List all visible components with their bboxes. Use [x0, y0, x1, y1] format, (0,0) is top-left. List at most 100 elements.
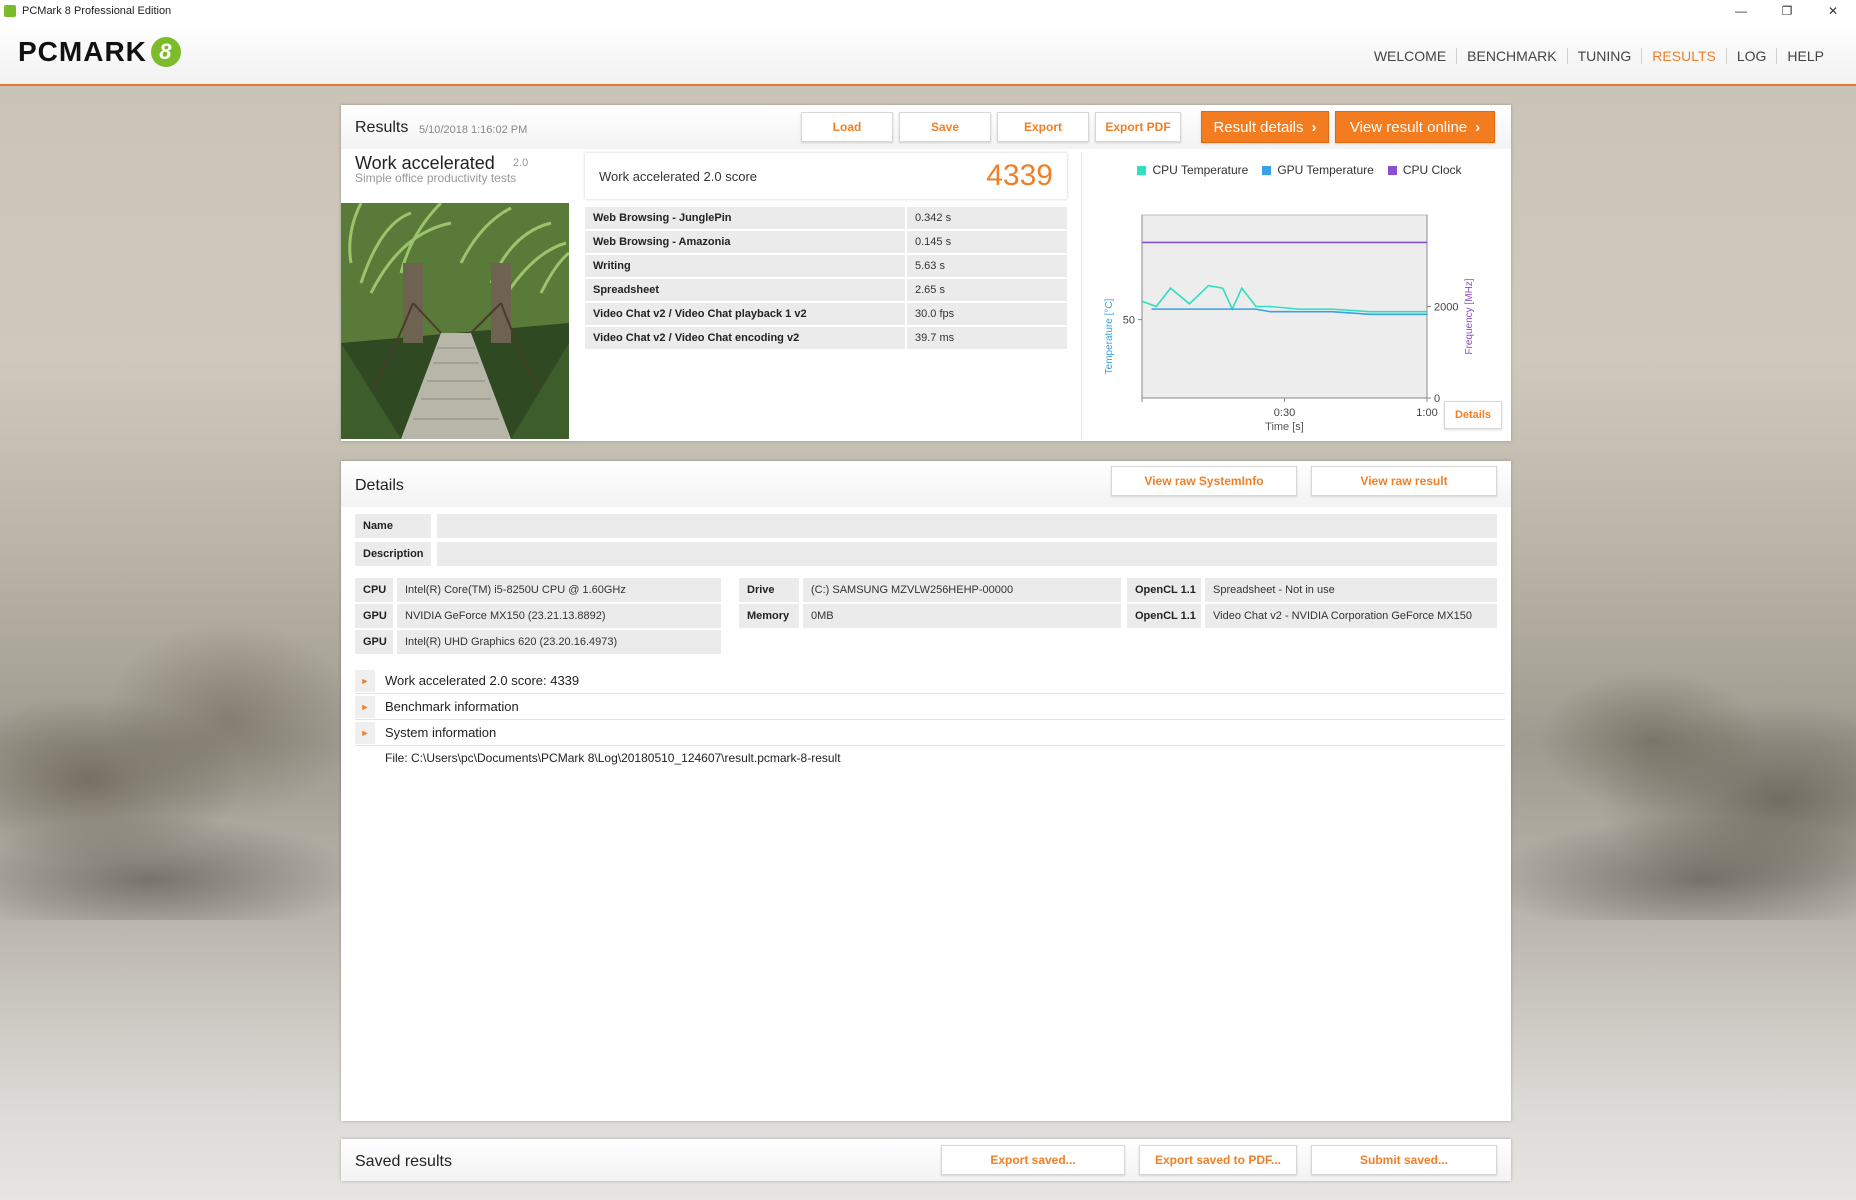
subtest-row: Writing 5.63 s [585, 255, 1067, 277]
score-label: Work accelerated 2.0 score [599, 168, 757, 184]
result-details-button[interactable]: Result details › [1201, 111, 1329, 143]
restore-button[interactable]: ❐ [1764, 0, 1810, 22]
memory-value: 0MB [803, 604, 1121, 628]
submit-saved-button[interactable]: Submit saved... [1311, 1145, 1497, 1175]
view-raw-result-button[interactable]: View raw result [1311, 466, 1497, 496]
logo-badge: 8 [150, 37, 181, 67]
expand-arrow-icon[interactable]: ► [355, 669, 375, 692]
subtest-row: Web Browsing - Amazonia 0.145 s [585, 231, 1067, 253]
export-pdf-button[interactable]: Export PDF [1095, 112, 1181, 142]
export-saved-button[interactable]: Export saved... [941, 1145, 1125, 1175]
subtest-row: Video Chat v2 / Video Chat encoding v2 39… [585, 327, 1067, 349]
name-label: Name [355, 514, 431, 538]
y-right-tick-label: 0 [1434, 393, 1440, 405]
window-title-bar: PCMark 8 Professional Edition — ❐ ✕ [0, 0, 1856, 22]
subtest-table: Web Browsing - JunglePin 0.342 s Web Brow… [585, 207, 1067, 351]
score-value: 4339 [986, 159, 1053, 192]
subtest-value: 0.145 s [907, 231, 1067, 253]
subtest-name: Spreadsheet [585, 279, 905, 301]
subtest-value: 39.7 ms [907, 327, 1067, 349]
subtest-value: 5.63 s [907, 255, 1067, 277]
x-tick-label: 1:00 [1416, 407, 1437, 419]
view-online-label: View result online [1349, 118, 1468, 136]
benchmark-version: 2.0 [513, 157, 529, 169]
details-title: Details [355, 477, 404, 494]
score-box: Work accelerated 2.0 score 4339 [585, 153, 1067, 199]
gpu-label: GPU [355, 630, 393, 654]
subtest-value: 0.342 s [907, 207, 1067, 229]
view-raw-sysinfo-button[interactable]: View raw SystemInfo [1111, 466, 1297, 496]
expand-arrow-icon[interactable]: ► [355, 721, 375, 744]
name-field [437, 514, 1497, 538]
logo-text: PCMARK [18, 36, 147, 67]
nav-tuning[interactable]: TUNING [1566, 48, 1642, 64]
tree-item-label: System information [385, 725, 497, 740]
nav-results[interactable]: RESULTS [1641, 48, 1726, 64]
tree-item-label: Benchmark information [385, 699, 519, 714]
chart-svg: 0:30 1:00 50 2000 0 Time [s] Temperature [°C] F… [1104, 214, 1475, 433]
nav-help[interactable]: HELP [1776, 48, 1834, 64]
export-saved-pdf-button[interactable]: Export saved to PDF... [1139, 1145, 1297, 1175]
subtest-value: 2.65 s [907, 279, 1067, 301]
chevron-right-icon: › [1475, 118, 1481, 136]
saved-results-panel: Saved results Export saved... Export sav… [341, 1139, 1511, 1181]
cpu-label: CPU [355, 578, 393, 602]
y-left-axis-label: Temperature [°C] [1104, 298, 1115, 374]
tree-item-system-info[interactable]: ► System information [355, 720, 1505, 746]
opencl-label: OpenCL 1.1 [1127, 604, 1201, 628]
subtest-name: Video Chat v2 / Video Chat encoding v2 [585, 327, 905, 349]
subtest-row: Video Chat v2 / Video Chat playback 1 v2… [585, 303, 1067, 325]
export-button[interactable]: Export [997, 112, 1089, 142]
saved-results-title: Saved results [355, 1153, 452, 1170]
cpu-value: Intel(R) Core(TM) i5-8250U CPU @ 1.60GHz [397, 578, 721, 602]
subtest-name: Web Browsing - Amazonia [585, 231, 905, 253]
result-file-path: File: C:\Users\pc\Documents\PCMark 8\Log… [385, 751, 841, 765]
save-button[interactable]: Save [899, 112, 991, 142]
memory-label: Memory [739, 604, 799, 628]
close-button[interactable]: ✕ [1810, 0, 1856, 22]
subtest-name: Web Browsing - JunglePin [585, 207, 905, 229]
results-date: 5/10/2018 1:16:02 PM [419, 124, 528, 136]
subtest-row: Web Browsing - JunglePin 0.342 s [585, 207, 1067, 229]
app-icon [4, 5, 16, 17]
opencl-value: Video Chat v2 - NVIDIA Corporation GeFor… [1205, 604, 1497, 628]
minimize-button[interactable]: — [1718, 0, 1764, 22]
description-field [437, 542, 1497, 566]
chevron-right-icon: › [1311, 118, 1317, 136]
y-right-axis-label: Frequency [MHz] [1464, 278, 1475, 354]
view-online-button[interactable]: View result online › [1335, 111, 1495, 143]
tree-item-score[interactable]: ► Work accelerated 2.0 score: 4339 [355, 668, 1505, 694]
x-axis-label: Time [s] [1265, 421, 1304, 433]
window-title: PCMark 8 Professional Edition [22, 5, 172, 17]
gpu-label: GPU [355, 604, 393, 628]
gpu-value: Intel(R) UHD Graphics 620 (23.20.16.4973… [397, 630, 721, 654]
benchmark-image [341, 203, 569, 439]
details-panel: Details View raw SystemInfo View raw res… [341, 461, 1511, 1121]
y-left-tick-label: 50 [1123, 315, 1135, 327]
expand-arrow-icon[interactable]: ► [355, 695, 375, 718]
benchmark-subtitle: Simple office productivity tests [355, 171, 517, 185]
nav-welcome[interactable]: WELCOME [1364, 48, 1456, 64]
main-nav: WELCOME BENCHMARK TUNING RESULTS LOG HEL… [1364, 48, 1834, 64]
drive-label: Drive [739, 578, 799, 602]
subtest-name: Video Chat v2 / Video Chat playback 1 v2 [585, 303, 905, 325]
nav-log[interactable]: LOG [1725, 48, 1777, 64]
app-header: PCMARK 8 WELCOME BENCHMARK TUNING RESULTS… [0, 22, 1856, 86]
opencl-value: Spreadsheet - Not in use [1205, 578, 1497, 602]
results-panel: Results 5/10/2018 1:16:02 PM Load Save E… [341, 105, 1511, 441]
details-tree: ► Work accelerated 2.0 score: 4339 ► Bench… [355, 668, 1505, 746]
pcmark-logo: PCMARK 8 [18, 36, 181, 68]
load-button[interactable]: Load [801, 112, 893, 142]
chart-details-button[interactable]: Details [1444, 401, 1502, 429]
nav-benchmark[interactable]: BENCHMARK [1456, 48, 1566, 64]
y-right-tick-label: 2000 [1434, 302, 1458, 314]
description-label: Description [355, 542, 431, 566]
subtest-value: 30.0 fps [907, 303, 1067, 325]
tree-item-label: Work accelerated 2.0 score: 4339 [385, 673, 580, 688]
monitoring-chart: CPU Temperature GPU Temperature CPU Cloc… [1081, 153, 1517, 439]
drive-value: (C:) SAMSUNG MZVLW256HEHP-00000 [803, 578, 1121, 602]
subtest-row: Spreadsheet 2.65 s [585, 279, 1067, 301]
tree-item-benchmark-info[interactable]: ► Benchmark information [355, 694, 1505, 720]
rope-bridge-image [341, 203, 569, 439]
gpu-value: NVIDIA GeForce MX150 (23.21.13.8892) [397, 604, 721, 628]
